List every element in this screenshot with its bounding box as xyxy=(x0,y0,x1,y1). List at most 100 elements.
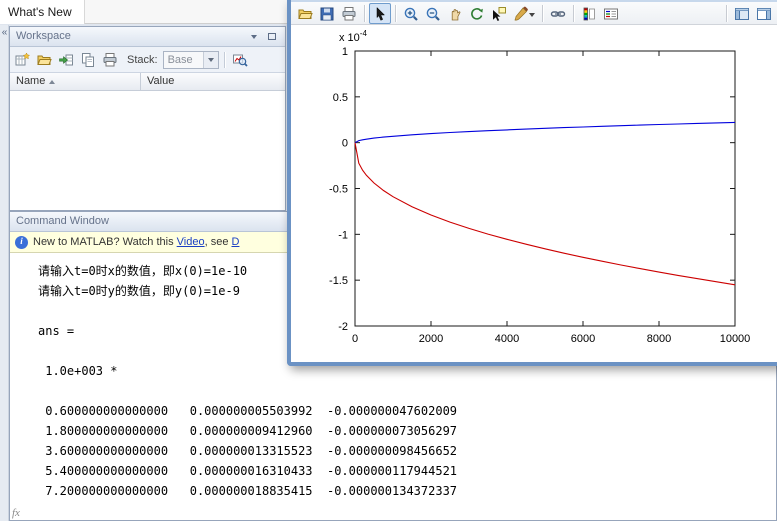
command-line: 1.800000000000000 0.000000009412960 -0.0… xyxy=(38,424,458,438)
hide-plot-tools-button[interactable] xyxy=(731,3,753,24)
open-selection-button[interactable] xyxy=(34,50,54,70)
insert-legend-icon xyxy=(604,8,618,19)
insert-colorbar-button[interactable] xyxy=(578,3,600,24)
stack-value: Base xyxy=(167,53,193,66)
demos-link[interactable]: D xyxy=(232,236,240,248)
command-line: 7.200000000000000 0.000000018835415 -0.0… xyxy=(38,484,458,498)
x-tick-label: 6000 xyxy=(571,333,595,345)
workspace-titlebar-icons xyxy=(247,30,281,43)
insert-legend-button[interactable] xyxy=(600,3,622,24)
y-tick-label: -2 xyxy=(338,321,348,333)
tab-whats-new[interactable]: What's New xyxy=(0,0,85,24)
panel-actions-icon[interactable] xyxy=(247,30,261,43)
toolbar-separator xyxy=(223,51,225,68)
toolbar-separator xyxy=(573,5,574,22)
command-line xyxy=(38,381,776,401)
show-plot-tools-icon xyxy=(757,7,771,20)
new-variable-button[interactable] xyxy=(12,50,32,70)
data-cursor-button[interactable] xyxy=(488,3,510,24)
banner-text: New to MATLAB? Watch this Video, see D xyxy=(33,236,239,248)
import-data-icon xyxy=(59,54,73,65)
copy-button[interactable] xyxy=(78,50,98,70)
figure-canvas[interactable]: 1 0.5 0 -0.5 -1 -1.5 -2 0 2000 4000 6000 8000 10000 x… xyxy=(291,25,777,362)
command-window-title: Command Window xyxy=(16,215,109,227)
workspace-title: Workspace xyxy=(16,30,71,42)
video-link[interactable]: Video xyxy=(177,236,205,248)
new-variable-icon xyxy=(15,51,30,65)
sort-asc-icon xyxy=(49,79,56,84)
command-line: 0.600000000000000 0.000000005503992 -0.0… xyxy=(38,404,458,418)
open-folder-icon xyxy=(298,9,313,19)
workspace-list[interactable] xyxy=(10,91,285,210)
zoom-in-icon xyxy=(404,7,418,21)
banner-text-middle: , see xyxy=(204,236,232,248)
x-tick-label: 8000 xyxy=(647,333,671,345)
workspace-titlebar[interactable]: Workspace xyxy=(10,27,285,47)
column-header-value-label: Value xyxy=(147,75,175,87)
toolbar-separator xyxy=(364,5,365,22)
plot-selector-button[interactable] xyxy=(230,50,250,70)
series-blue-curve xyxy=(354,121,736,144)
workspace-column-headers: Name Value xyxy=(10,73,285,91)
x-tick-label: 2000 xyxy=(419,333,443,345)
save-button[interactable] xyxy=(316,3,338,24)
function-browser-button[interactable]: fx xyxy=(12,507,20,519)
info-icon xyxy=(15,235,28,249)
command-line: 3.600000000000000 0.000000013315523 -0.0… xyxy=(38,444,458,458)
brush-icon xyxy=(514,6,528,20)
series-red-curve xyxy=(354,142,736,286)
y-tick-label: -1 xyxy=(338,229,348,241)
zoom-out-icon xyxy=(426,7,440,21)
x-tick-label: 10000 xyxy=(720,333,751,345)
y-tick-label: 0.5 xyxy=(333,92,348,104)
column-header-name[interactable]: Name xyxy=(10,73,141,90)
print-icon xyxy=(342,6,356,20)
print-button[interactable] xyxy=(338,3,360,24)
hide-plot-tools-icon xyxy=(735,7,749,20)
y-tick-label: 0 xyxy=(342,138,348,150)
show-plot-tools-button[interactable] xyxy=(753,3,775,24)
arrow-cursor-icon xyxy=(376,6,386,21)
undock-icon[interactable] xyxy=(265,30,279,43)
x-tick-label: 4000 xyxy=(495,333,519,345)
y-tick-label: 1 xyxy=(342,46,348,58)
chevron-down-icon xyxy=(202,51,218,68)
chevron-down-icon xyxy=(529,13,535,17)
toolbar-separator xyxy=(726,5,727,22)
zoom-in-button[interactable] xyxy=(400,3,422,24)
workspace-panel: Workspace Stack: Base Name Value xyxy=(9,26,286,211)
brush-button[interactable] xyxy=(510,3,538,24)
arrow-tool-button[interactable] xyxy=(369,3,391,24)
link-plots-button[interactable] xyxy=(547,3,569,24)
toolbar-separator xyxy=(542,5,543,22)
zoom-out-button[interactable] xyxy=(422,3,444,24)
copy-icon xyxy=(82,52,94,67)
stack-label: Stack: xyxy=(127,53,158,66)
workspace-toolbar: Stack: Base xyxy=(10,47,285,73)
pan-hand-icon xyxy=(451,8,461,20)
left-collapsed-panel-strip xyxy=(0,25,9,521)
rotate-3d-icon xyxy=(471,7,483,20)
stack-combobox[interactable]: Base xyxy=(162,50,219,69)
command-line: 5.400000000000000 0.000000016310433 -0.0… xyxy=(38,464,458,478)
save-icon xyxy=(320,7,334,20)
toolbar-separator xyxy=(395,5,396,22)
rotate-3d-button[interactable] xyxy=(466,3,488,24)
data-cursor-icon xyxy=(493,6,506,21)
figure-window: 1 0.5 0 -0.5 -1 -1.5 -2 0 2000 4000 6000 8000 10000 x… xyxy=(287,0,777,366)
print-button[interactable] xyxy=(100,50,120,70)
y-axis-scale-label: x 10-4 xyxy=(339,29,367,44)
y-tick-label: -1.5 xyxy=(329,275,348,287)
x-tick-label: 0 xyxy=(352,333,358,345)
expand-panel-button[interactable] xyxy=(0,25,9,43)
import-data-button[interactable] xyxy=(56,50,76,70)
open-button[interactable] xyxy=(294,3,316,24)
plot-svg[interactable]: 1 0.5 0 -0.5 -1 -1.5 -2 0 2000 4000 6000 8000 10000 x… xyxy=(291,25,777,362)
insert-colorbar-icon xyxy=(583,7,595,20)
pan-button[interactable] xyxy=(444,3,466,24)
figure-toolbar xyxy=(291,2,777,25)
column-header-value[interactable]: Value xyxy=(141,73,285,90)
axes-box xyxy=(354,50,736,327)
open-folder-icon xyxy=(37,55,52,65)
plot-selector-icon xyxy=(232,54,248,67)
